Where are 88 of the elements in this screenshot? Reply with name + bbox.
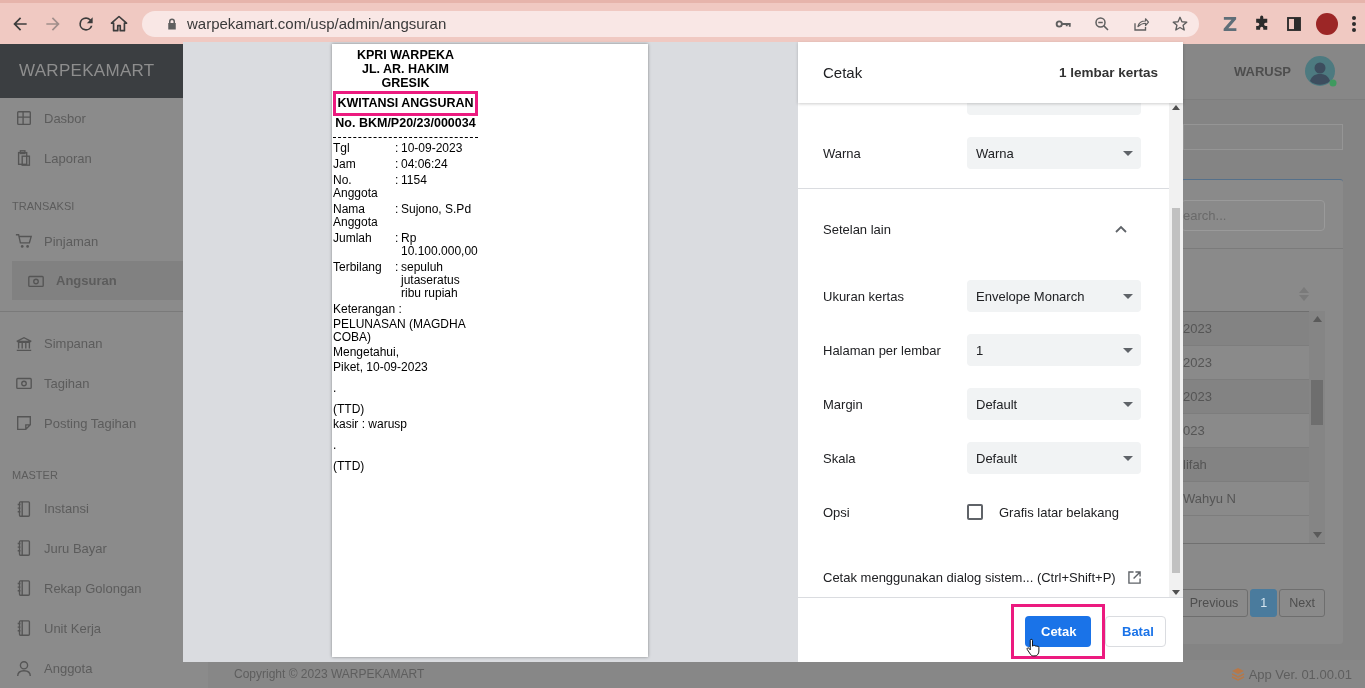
field-colon: : [395, 261, 400, 276]
clipboard-icon [15, 149, 33, 168]
user-name: WARUSP [1233, 64, 1291, 79]
select-field[interactable]: Envelope Monarch [967, 280, 1141, 312]
receipt-text: Mengetahui, [333, 346, 401, 359]
field-colon: : [395, 203, 400, 218]
field-label: Terbilang [333, 261, 383, 276]
notebook-icon [15, 539, 33, 558]
external-link-icon [1127, 570, 1141, 584]
layers-icon [1230, 667, 1245, 681]
dropdown-arrow-icon [1123, 401, 1133, 407]
receipt-header-line: GRESIK [380, 76, 431, 90]
hand-cursor-icon [1025, 638, 1040, 658]
setting-label: Halaman per lembar [823, 342, 942, 358]
checkbox-label: Grafis latar belakang [999, 504, 1119, 520]
menu-icon[interactable] [1351, 14, 1357, 33]
setting-label: Margin [823, 396, 864, 412]
dropdown-arrow-icon [1123, 150, 1133, 156]
receipt-text: Piket, 10-09-2023 [333, 361, 429, 374]
field-label: Nama Anggota [333, 203, 379, 229]
notebook-icon [15, 499, 33, 518]
scroll-down-icon[interactable] [1172, 590, 1180, 595]
receipt-text: (TTD) [333, 460, 366, 473]
notebook-icon [15, 579, 33, 598]
scroll-up-icon[interactable] [1172, 105, 1180, 110]
dropdown-arrow-icon [1123, 293, 1133, 299]
field-label: Jam [333, 158, 357, 171]
extension-button[interactable]: Z [1220, 11, 1240, 36]
field-value: 1154 [401, 174, 428, 189]
field-label: No. Anggota [333, 174, 379, 200]
filter-field[interactable] [1183, 124, 1343, 150]
side-panel-icon[interactable] [1285, 14, 1303, 33]
setting-label: Warna [823, 145, 862, 161]
lock-icon [166, 16, 178, 31]
receipt-text: . [333, 382, 338, 395]
receipt-text: PELUNASAN (MAGDHA COBA) [333, 318, 467, 344]
next-button[interactable]: Next [1279, 589, 1325, 617]
select-field[interactable]: 1 [967, 334, 1141, 366]
setting-label: Skala [823, 450, 857, 466]
select-field[interactable]: Default [967, 442, 1141, 474]
field-colon: : [395, 232, 400, 247]
print-button[interactable]: Cetak [1025, 616, 1091, 647]
scrollbar[interactable] [1169, 103, 1183, 597]
dropdown-arrow-icon [1123, 347, 1133, 353]
user-icon [15, 659, 33, 678]
receipt-header-line: JL. AR. HAKIM [360, 62, 450, 76]
cancel-button[interactable]: Batal [1105, 616, 1166, 647]
url-text: warpekamart.com/usp/admin/angsuran [187, 15, 448, 32]
note-icon [15, 414, 33, 433]
scrollbar-thumb[interactable] [1172, 207, 1180, 573]
receipt-header-line: KPRI WARPEKA [355, 48, 456, 62]
receipt-text: (TTD) [333, 403, 366, 416]
receipt-title: KWITANSI ANGSURAN [333, 91, 478, 116]
receipt-text: kasir : warusp [333, 418, 409, 431]
checkbox[interactable] [967, 504, 983, 520]
field-colon: : [395, 174, 400, 189]
star-icon[interactable] [1171, 14, 1189, 33]
cart-icon [15, 232, 33, 251]
dropdown-arrow-icon [1123, 455, 1133, 461]
receipt-text: Keterangan : [333, 303, 403, 316]
field-colon: : [395, 142, 400, 155]
field-label: Jumlah [333, 232, 373, 247]
profile-avatar[interactable] [1316, 12, 1338, 35]
grid-icon [15, 109, 33, 128]
setting-label: Ukuran kertas [823, 288, 905, 304]
user-avatar-icon[interactable] [1305, 55, 1337, 88]
system-dialog-link[interactable]: Cetak menggunakan dialog sistem... (Ctrl+Shift+P) [798, 557, 1169, 597]
field-value: sepuluh jutaseratus ribu rupiah [401, 261, 461, 300]
brand-name: WARPEKAMART [19, 61, 155, 82]
setting-label: Opsi [823, 504, 851, 520]
receipt-number: No. BKM/P20/23/000034 [333, 116, 478, 138]
sheet-count: 1 lembar kertas [1058, 65, 1158, 80]
field-value: Sujono, S.Pd [401, 203, 473, 218]
page-button[interactable]: 1 [1250, 589, 1278, 617]
select-field[interactable]: Default [967, 388, 1141, 420]
home-icon[interactable] [109, 13, 129, 34]
receipt-text: . [333, 439, 338, 452]
select-field[interactable]: Warna [967, 137, 1141, 169]
scrollbar[interactable] [1309, 311, 1325, 543]
bank-icon [15, 334, 33, 353]
zoom-out-icon[interactable] [1093, 14, 1111, 33]
field-label: Tgl [333, 142, 351, 155]
field-colon: : [395, 158, 400, 171]
address-bar[interactable]: warpekamart.com/usp/admin/angsuran [142, 10, 1199, 37]
field-value: 04:06:24 [401, 158, 449, 171]
field-value: 10-09-2023 [401, 142, 464, 155]
notebook-icon [15, 619, 33, 638]
dialog-title: Cetak [823, 64, 863, 81]
